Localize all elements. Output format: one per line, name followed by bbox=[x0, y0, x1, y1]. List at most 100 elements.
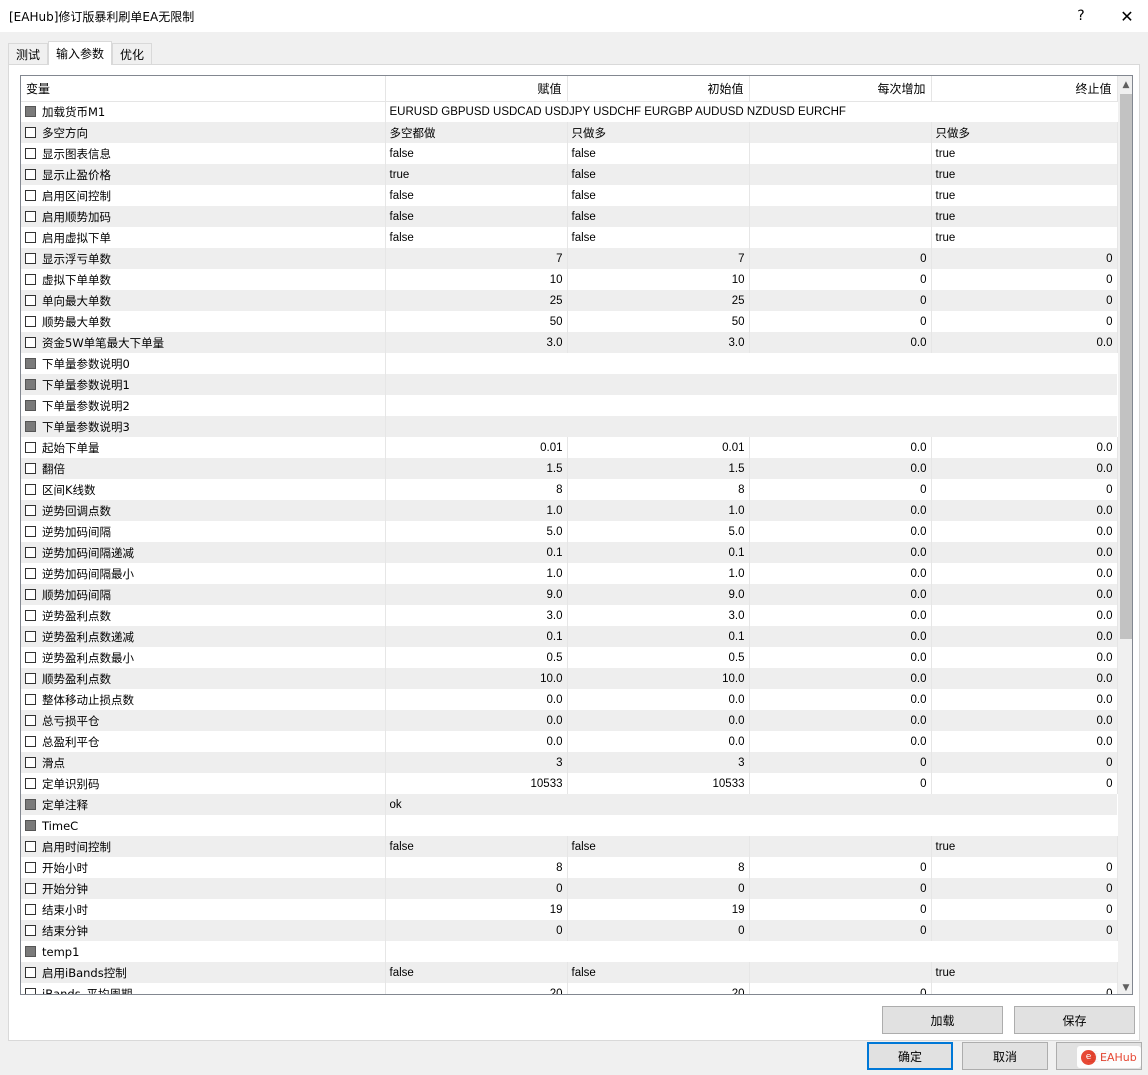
step-cell[interactable] bbox=[749, 836, 932, 857]
step-cell[interactable]: 0.0 bbox=[749, 542, 932, 563]
stop-cell[interactable]: 0 bbox=[931, 878, 1118, 899]
parameter-value-cell[interactable] bbox=[385, 416, 1117, 437]
stop-cell[interactable]: 0.0 bbox=[931, 332, 1118, 353]
optimize-checkbox[interactable] bbox=[25, 735, 36, 747]
optimize-checkbox[interactable] bbox=[25, 567, 36, 579]
start-cell[interactable]: 50 bbox=[567, 311, 750, 332]
optimize-checkbox[interactable] bbox=[25, 903, 36, 915]
table-row[interactable]: 翻倍 1.5 1.5 0.0 0.0 bbox=[21, 458, 1118, 479]
stop-cell[interactable]: 0.0 bbox=[931, 647, 1118, 668]
table-row[interactable]: 顺势加码间隔 9.0 9.0 0.0 0.0 bbox=[21, 584, 1118, 605]
start-cell[interactable]: false bbox=[567, 185, 750, 206]
table-row[interactable]: 逆势盈利点数递减 0.1 0.1 0.0 0.0 bbox=[21, 626, 1118, 647]
table-row[interactable]: 下单量参数说明3 bbox=[21, 416, 1117, 437]
start-cell[interactable]: 只做多 bbox=[567, 122, 750, 143]
stop-cell[interactable]: 0.0 bbox=[931, 605, 1118, 626]
table-row[interactable]: 顺势最大单数 50 50 0 0 bbox=[21, 311, 1118, 332]
step-cell[interactable]: 0 bbox=[749, 752, 932, 773]
table-row[interactable]: 下单量参数说明0 bbox=[21, 353, 1117, 374]
value-cell[interactable]: 3 bbox=[385, 752, 568, 773]
start-cell[interactable]: 8 bbox=[567, 857, 750, 878]
scroll-down-icon[interactable]: ▼ bbox=[1118, 979, 1132, 994]
value-cell[interactable]: 1.5 bbox=[385, 458, 568, 479]
start-cell[interactable]: 0.01 bbox=[567, 437, 750, 458]
optimize-checkbox[interactable] bbox=[25, 231, 36, 243]
start-cell[interactable]: false bbox=[567, 227, 750, 248]
optimize-checkbox[interactable] bbox=[25, 987, 36, 994]
value-cell[interactable]: 0.01 bbox=[385, 437, 568, 458]
optimize-checkbox[interactable] bbox=[25, 546, 36, 558]
stop-cell[interactable]: 0.0 bbox=[931, 500, 1118, 521]
step-cell[interactable]: 0 bbox=[749, 479, 932, 500]
step-cell[interactable]: 0.0 bbox=[749, 584, 932, 605]
table-row[interactable]: iBands_平均周期 20 20 0 0 bbox=[21, 983, 1118, 994]
optimize-checkbox[interactable] bbox=[25, 672, 36, 684]
stop-cell[interactable]: true bbox=[931, 962, 1118, 983]
step-cell[interactable] bbox=[749, 143, 932, 164]
table-row[interactable]: 下单量参数说明2 bbox=[21, 395, 1117, 416]
stop-cell[interactable]: 0 bbox=[931, 290, 1118, 311]
step-cell[interactable]: 0.0 bbox=[749, 731, 932, 752]
table-row[interactable]: 显示止盈价格 true false true bbox=[21, 164, 1118, 185]
parameter-value-cell[interactable] bbox=[385, 374, 1117, 395]
tab-test[interactable]: 测试 bbox=[8, 43, 49, 65]
value-cell[interactable]: 0.0 bbox=[385, 689, 568, 710]
value-cell[interactable]: 3.0 bbox=[385, 605, 568, 626]
stop-cell[interactable]: 0 bbox=[931, 479, 1118, 500]
optimize-checkbox[interactable] bbox=[25, 714, 36, 726]
start-cell[interactable]: 3 bbox=[567, 752, 750, 773]
table-row[interactable]: 整体移动止损点数 0.0 0.0 0.0 0.0 bbox=[21, 689, 1118, 710]
step-cell[interactable]: 0.0 bbox=[749, 458, 932, 479]
step-cell[interactable]: 0.0 bbox=[749, 668, 932, 689]
optimize-checkbox[interactable] bbox=[25, 651, 36, 663]
table-row[interactable]: 顺势盈利点数 10.0 10.0 0.0 0.0 bbox=[21, 668, 1118, 689]
start-cell[interactable]: 1.5 bbox=[567, 458, 750, 479]
value-cell[interactable]: false bbox=[385, 143, 568, 164]
step-cell[interactable]: 0 bbox=[749, 920, 932, 941]
scroll-up-icon[interactable]: ▲ bbox=[1118, 76, 1132, 93]
save-button[interactable]: 保存 bbox=[1014, 1006, 1135, 1034]
optimize-checkbox[interactable] bbox=[25, 966, 36, 978]
optimize-checkbox[interactable] bbox=[25, 252, 36, 264]
table-row[interactable]: 逆势加码间隔递减 0.1 0.1 0.0 0.0 bbox=[21, 542, 1118, 563]
parameters-grid[interactable]: 变量 赋值 初始值 每次增加 终止值 加载货币M1 EURUSD GBPUSD U… bbox=[20, 75, 1133, 995]
help-button[interactable]: ? bbox=[1058, 0, 1104, 32]
stop-cell[interactable]: true bbox=[931, 836, 1118, 857]
optimize-checkbox[interactable] bbox=[25, 861, 36, 873]
start-cell[interactable]: 0.1 bbox=[567, 626, 750, 647]
table-row[interactable]: 滑点 3 3 0 0 bbox=[21, 752, 1118, 773]
optimize-checkbox[interactable] bbox=[25, 525, 36, 537]
stop-cell[interactable]: 0 bbox=[931, 773, 1118, 794]
value-cell[interactable]: 50 bbox=[385, 311, 568, 332]
tab-optimization[interactable]: 优化 bbox=[112, 43, 153, 65]
parameter-value-cell[interactable] bbox=[385, 941, 1117, 962]
header-start[interactable]: 初始值 bbox=[567, 76, 750, 102]
table-row[interactable]: 启用区间控制 false false true bbox=[21, 185, 1118, 206]
optimize-checkbox[interactable] bbox=[25, 588, 36, 600]
step-cell[interactable]: 0.0 bbox=[749, 689, 932, 710]
step-cell[interactable]: 0.0 bbox=[749, 626, 932, 647]
table-row[interactable]: 结束小时 19 19 0 0 bbox=[21, 899, 1118, 920]
value-cell[interactable]: false bbox=[385, 227, 568, 248]
stop-cell[interactable]: true bbox=[931, 206, 1118, 227]
step-cell[interactable]: 0 bbox=[749, 857, 932, 878]
optimize-checkbox[interactable] bbox=[25, 273, 36, 285]
step-cell[interactable]: 0 bbox=[749, 899, 932, 920]
stop-cell[interactable]: 0.0 bbox=[931, 668, 1118, 689]
stop-cell[interactable]: 0.0 bbox=[931, 458, 1118, 479]
parameter-value-cell[interactable]: EURUSD GBPUSD USDCAD USDJPY USDCHF EURGB… bbox=[385, 101, 1117, 122]
value-cell[interactable]: 19 bbox=[385, 899, 568, 920]
vertical-scrollbar[interactable]: ▲ ▼ bbox=[1118, 76, 1132, 994]
stop-cell[interactable]: 0 bbox=[931, 269, 1118, 290]
step-cell[interactable]: 0.0 bbox=[749, 647, 932, 668]
value-cell[interactable]: true bbox=[385, 164, 568, 185]
table-row[interactable]: 加载货币M1 EURUSD GBPUSD USDCAD USDJPY USDCHF… bbox=[21, 101, 1117, 122]
start-cell[interactable]: 1.0 bbox=[567, 500, 750, 521]
table-row[interactable]: 启用iBands控制 false false true bbox=[21, 962, 1118, 983]
value-cell[interactable]: 1.0 bbox=[385, 500, 568, 521]
table-row[interactable]: 逆势盈利点数最小 0.5 0.5 0.0 0.0 bbox=[21, 647, 1118, 668]
table-row[interactable]: temp1 bbox=[21, 941, 1117, 962]
value-cell[interactable]: 3.0 bbox=[385, 332, 568, 353]
stop-cell[interactable]: 0 bbox=[931, 857, 1118, 878]
step-cell[interactable]: 0.0 bbox=[749, 332, 932, 353]
